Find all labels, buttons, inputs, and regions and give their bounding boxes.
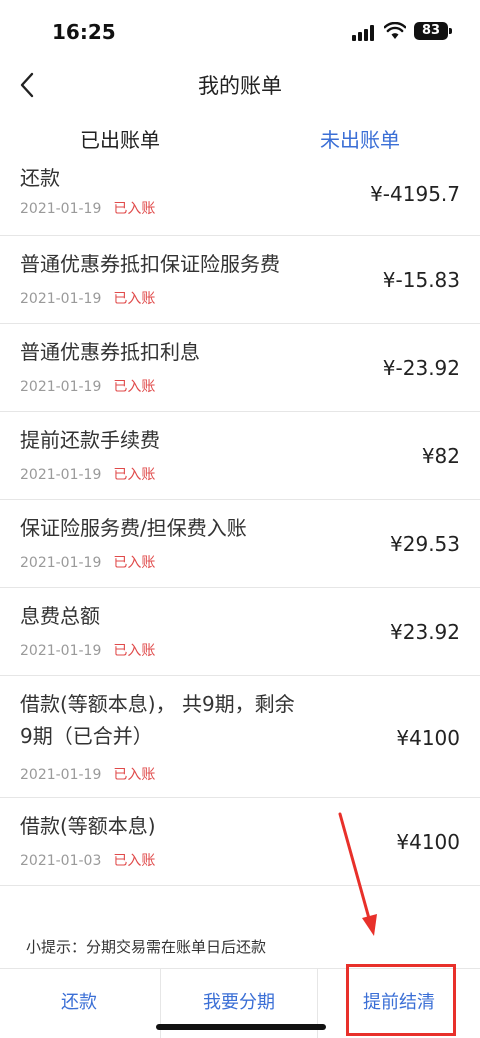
page-title: 我的账单 [198,74,282,98]
battery-icon: 83 [414,22,452,40]
list-item[interactable]: 普通优惠券抵扣保证险服务费 2021-01-19 已入账 ¥-15.83 [0,236,480,324]
red-arrow-annotation-icon [338,812,377,936]
bill-date: 2021-01-19 [20,379,102,395]
bill-meta: 2021-01-19 已入账 [20,464,155,484]
bill-title: 借款(等额本息)， 共9期，剩余 [20,692,295,716]
bill-meta: 2021-01-19 已入账 [20,764,155,784]
bill-amount: ¥4100 [396,830,460,854]
list-item[interactable]: 普通优惠券抵扣利息 2021-01-19 已入账 ¥-23.92 [0,324,480,412]
bill-amount: ¥4100 [396,726,460,750]
bill-date: 2021-01-19 [20,767,102,783]
bill-date: 2021-01-19 [20,201,102,217]
status-bar: 16:25 83 [0,0,480,62]
bill-meta: 2021-01-19 已入账 [20,640,155,660]
bill-title: 提前还款手续费 [20,428,160,452]
list-item[interactable]: 借款(等额本息) 2021-01-03 已入账 ¥4100 [0,798,480,886]
bill-title: 息费总额 [20,604,100,628]
bill-title: 普通优惠券抵扣利息 [20,340,200,364]
bill-status: 已入账 [113,853,156,869]
bill-amount: ¥29.53 [390,532,460,556]
wifi-icon [384,22,406,39]
bill-date: 2021-01-19 [20,643,102,659]
bill-title: 保证险服务费/担保费入账 [20,516,247,540]
bill-amount: ¥-23.92 [382,356,460,380]
bill-date: 2021-01-03 [20,853,102,869]
bill-title: 借款(等额本息) [20,814,156,838]
bill-amount: ¥23.92 [390,620,460,644]
bill-meta: 2021-01-19 已入账 [20,552,155,572]
bill-status: 已入账 [113,379,156,395]
bill-title-line2: 9期（已合并） [20,724,153,748]
bill-amount: ¥-4195.7 [370,182,460,206]
bill-list[interactable]: 还款 2021-01-19 已入账 ¥-4195.7 普通优惠券抵扣保证险服务费 … [0,164,480,886]
bill-meta: 2021-01-19 已入账 [20,376,155,396]
bill-meta: 2021-01-19 已入账 [20,198,155,218]
bill-date: 2021-01-19 [20,555,102,571]
bill-status: 已入账 [113,555,156,571]
list-item[interactable]: 保证险服务费/担保费入账 2021-01-19 已入账 ¥29.53 [0,500,480,588]
bill-amount: ¥82 [421,444,460,468]
bill-status: 已入账 [113,291,156,307]
repay-button[interactable]: 还款 [0,969,158,1038]
list-item[interactable]: 提前还款手续费 2021-01-19 已入账 ¥82 [0,412,480,500]
home-indicator[interactable] [156,1024,326,1030]
installment-tip: 小提示：分期交易需在账单日后还款 [0,930,480,968]
bill-title: 普通优惠券抵扣保证险服务费 [20,252,280,276]
cellular-signal-icon [352,25,376,41]
bill-meta: 2021-01-03 已入账 [20,850,155,870]
bill-meta: 2021-01-19 已入账 [20,288,155,308]
bill-title: 还款 [20,166,60,190]
status-time: 16:25 [52,20,116,44]
list-item[interactable]: 还款 2021-01-19 已入账 ¥-4195.7 [0,164,480,236]
bill-status: 已入账 [113,767,156,783]
bill-status: 已入账 [113,201,156,217]
bill-date: 2021-01-19 [20,291,102,307]
bill-amount: ¥-15.83 [382,268,460,292]
highlight-box-annotation [346,964,456,1036]
bill-status: 已入账 [113,467,156,483]
nav-bar: 我的账单 [0,62,480,108]
bill-status: 已入账 [113,643,156,659]
list-item[interactable]: 息费总额 2021-01-19 已入账 ¥23.92 [0,588,480,676]
bill-date: 2021-01-19 [20,467,102,483]
list-item[interactable]: 借款(等额本息)， 共9期，剩余 9期（已合并） 2021-01-19 已入账 ¥… [0,676,480,798]
